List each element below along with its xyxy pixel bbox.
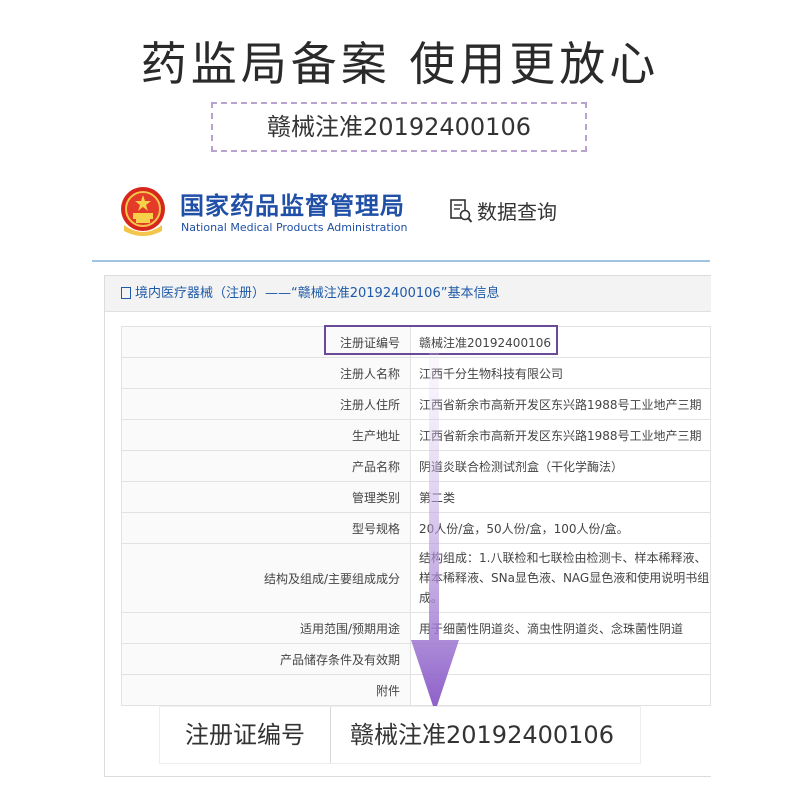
registration-number-box: 赣械注准20192400106 <box>211 102 587 152</box>
row-key: 管理类别 <box>121 481 411 513</box>
row-key: 注册证编号 <box>121 326 411 358</box>
row-key: 产品储存条件及有效期 <box>121 643 411 675</box>
document-icon <box>121 287 131 299</box>
zoomed-key: 注册证编号 <box>160 707 331 763</box>
arrow-down-icon <box>411 350 459 712</box>
agency-name-en: National Medical Products Administration <box>181 221 408 234</box>
row-key: 生产地址 <box>121 419 411 451</box>
row-key: 产品名称 <box>121 450 411 482</box>
headline: 药监局备案 使用更放心 <box>140 37 660 91</box>
row-key: 结构及组成/主要组成成分 <box>121 543 411 613</box>
zoomed-registration-row: 注册证编号 赣械注准20192400106 <box>160 707 640 763</box>
row-key: 型号规格 <box>121 512 411 544</box>
row-key: 附件 <box>121 674 411 706</box>
row-key: 注册人名称 <box>121 357 411 389</box>
data-query-link[interactable]: 数据查询 <box>449 196 557 225</box>
row-key: 注册人住所 <box>121 388 411 420</box>
row-key: 适用范围/预期用途 <box>121 612 411 644</box>
zoomed-value: 赣械注准20192400106 <box>350 721 614 749</box>
agency-name-cn: 国家药品监督管理局 <box>180 192 405 220</box>
data-query-label: 数据查询 <box>477 200 557 224</box>
document-search-icon <box>450 198 473 223</box>
panel-title: 境内医疗器械（注册）——“赣械注准20192400106”基本信息 <box>105 276 711 312</box>
panel-title-text: 境内医疗器械（注册）——“赣械注准20192400106”基本信息 <box>135 286 500 301</box>
header-divider <box>92 260 710 262</box>
national-emblem-icon <box>121 187 165 236</box>
